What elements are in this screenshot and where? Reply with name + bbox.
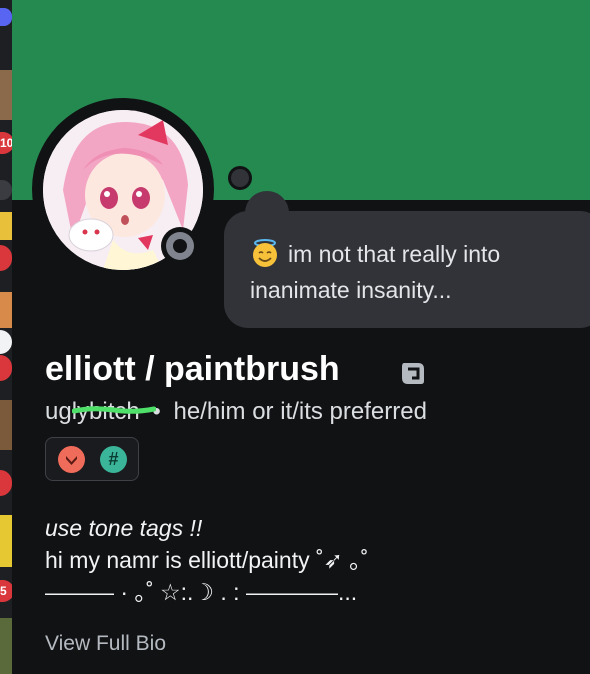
server-sidebar-strip: 10 5 bbox=[0, 0, 12, 674]
custom-status-text: im not that really into inanimate insani… bbox=[250, 241, 501, 303]
server-badge: 10 bbox=[0, 132, 12, 154]
bio-line: hi my namr is elliott/painty ˚➶ ｡˚ bbox=[45, 547, 369, 573]
hypesquad-icon[interactable] bbox=[58, 446, 85, 473]
server-icon[interactable] bbox=[0, 245, 12, 271]
bio: use tone tags !! hi my namr is elliott/p… bbox=[45, 512, 565, 608]
server-icon[interactable] bbox=[0, 400, 12, 450]
nitro-icon[interactable] bbox=[398, 359, 428, 387]
server-icon[interactable] bbox=[0, 330, 12, 354]
profile-badges: # bbox=[45, 437, 139, 481]
server-icon[interactable] bbox=[0, 292, 12, 328]
server-icon[interactable] bbox=[0, 355, 12, 381]
strikethrough-scribble bbox=[72, 406, 156, 414]
display-name: elliott / paintbrush bbox=[45, 350, 340, 388]
server-icon[interactable] bbox=[0, 618, 12, 674]
server-badge: 5 bbox=[0, 580, 12, 602]
thought-bubble-dot-small bbox=[228, 166, 252, 190]
smiling-face-with-halo-icon bbox=[253, 239, 277, 267]
server-icon[interactable] bbox=[0, 8, 12, 26]
bio-line: use tone tags !! bbox=[45, 515, 203, 541]
offline-status-icon bbox=[166, 232, 194, 260]
server-icon[interactable] bbox=[0, 70, 12, 120]
custom-status: im not that really into inanimate insani… bbox=[250, 236, 580, 308]
hashtag-icon[interactable]: # bbox=[100, 446, 127, 473]
server-icon[interactable] bbox=[0, 212, 12, 240]
view-full-bio-link[interactable]: View Full Bio bbox=[45, 632, 166, 656]
server-icon[interactable] bbox=[0, 180, 12, 200]
server-icon[interactable] bbox=[0, 515, 12, 567]
server-icon[interactable] bbox=[0, 470, 12, 496]
bio-line: ——— · ｡˚ ☆:.☽ . : ————... bbox=[45, 579, 358, 605]
pronouns: he/him or it/its preferred bbox=[173, 398, 427, 425]
